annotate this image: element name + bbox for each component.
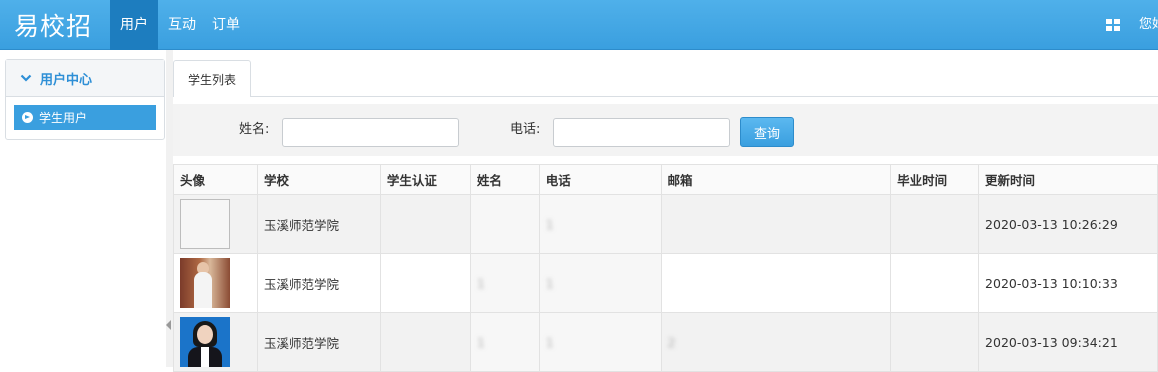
tab-divider bbox=[173, 96, 1158, 97]
tab-student-list[interactable]: 学生列表 bbox=[173, 60, 251, 97]
col-header-graduation: 毕业时间 bbox=[890, 164, 980, 195]
name-cell: 1 bbox=[469, 253, 540, 313]
school-cell: 玉溪师范学院 bbox=[256, 253, 381, 313]
col-header-updated: 更新时间 bbox=[978, 164, 1158, 195]
name-cell bbox=[469, 194, 540, 254]
email-cell bbox=[660, 253, 892, 313]
verified-cell bbox=[379, 312, 471, 372]
email-cell: 2 bbox=[660, 312, 892, 372]
name-input[interactable] bbox=[282, 118, 459, 147]
table-row[interactable]: 玉溪师范学院 1 1 2 2020-03-13 09:34:21 bbox=[173, 312, 1158, 372]
nav-item-users[interactable]: 用户 bbox=[110, 0, 158, 50]
table-row[interactable]: 玉溪师范学院 1 2020-03-13 10:26:29 bbox=[173, 194, 1158, 254]
name-cell: 1 bbox=[469, 312, 540, 372]
school-cell: 玉溪师范学院 bbox=[256, 194, 381, 254]
collapse-left-icon[interactable] bbox=[166, 320, 171, 330]
student-table: 头像 学校 学生认证 姓名 电话 邮箱 毕业时间 更新时间 玉溪师范学院 1 2… bbox=[173, 164, 1158, 372]
phone-cell: 1 bbox=[538, 312, 662, 372]
apps-grid-icon[interactable] bbox=[1106, 19, 1120, 31]
table-row[interactable]: 玉溪师范学院 1 1 2020-03-13 10:10:33 bbox=[173, 253, 1158, 313]
verified-cell bbox=[379, 253, 471, 313]
col-header-verified: 学生认证 bbox=[379, 164, 471, 195]
top-navbar: 易校招 用户 互动 订单 您好 bbox=[0, 0, 1158, 50]
graduation-cell bbox=[890, 194, 980, 254]
col-header-avatar: 头像 bbox=[173, 164, 258, 195]
phone-cell: 1 bbox=[538, 253, 662, 313]
avatar bbox=[180, 258, 230, 308]
main-nav: 用户 互动 订单 bbox=[110, 0, 250, 50]
avatar-cell bbox=[173, 194, 258, 254]
nav-item-interaction[interactable]: 互动 bbox=[158, 0, 202, 50]
nav-item-orders[interactable]: 订单 bbox=[202, 0, 250, 50]
chevron-down-icon bbox=[20, 74, 32, 82]
avatar-cell bbox=[173, 312, 258, 372]
avatar-cell bbox=[173, 253, 258, 313]
sidebar-item-student-users[interactable]: 学生用户 bbox=[14, 105, 156, 130]
sidebar-section-title: 用户中心 bbox=[40, 72, 93, 88]
verified-cell bbox=[379, 194, 471, 254]
phone-input[interactable] bbox=[553, 118, 730, 147]
user-greeting[interactable]: 您好 bbox=[1139, 0, 1158, 50]
table-header-row: 头像 学校 学生认证 姓名 电话 邮箱 毕业时间 更新时间 bbox=[173, 164, 1158, 195]
col-header-email: 邮箱 bbox=[660, 164, 892, 195]
email-cell bbox=[660, 194, 892, 254]
graduation-cell bbox=[890, 312, 980, 372]
updated-cell: 2020-03-13 09:34:21 bbox=[978, 312, 1158, 372]
brand-logo[interactable]: 易校招 bbox=[14, 7, 92, 43]
col-header-name: 姓名 bbox=[469, 164, 540, 195]
sidebar: 用户中心 学生用户 bbox=[5, 59, 165, 140]
sidebar-item-label: 学生用户 bbox=[39, 111, 88, 125]
col-header-phone: 电话 bbox=[538, 164, 662, 195]
phone-cell: 1 bbox=[538, 194, 662, 254]
search-form: 姓名: 电话: 查询 bbox=[173, 104, 1158, 156]
avatar bbox=[180, 317, 230, 367]
name-label: 姓名: bbox=[239, 122, 270, 137]
updated-cell: 2020-03-13 10:10:33 bbox=[978, 253, 1158, 313]
col-header-school: 学校 bbox=[256, 164, 381, 195]
search-button[interactable]: 查询 bbox=[740, 117, 794, 147]
arrow-circle-right-icon bbox=[22, 112, 33, 123]
avatar-placeholder bbox=[180, 199, 230, 249]
sidebar-section-header[interactable]: 用户中心 bbox=[6, 60, 164, 97]
school-cell: 玉溪师范学院 bbox=[256, 312, 381, 372]
updated-cell: 2020-03-13 10:26:29 bbox=[978, 194, 1158, 254]
phone-label: 电话: bbox=[510, 122, 541, 137]
graduation-cell bbox=[890, 253, 980, 313]
